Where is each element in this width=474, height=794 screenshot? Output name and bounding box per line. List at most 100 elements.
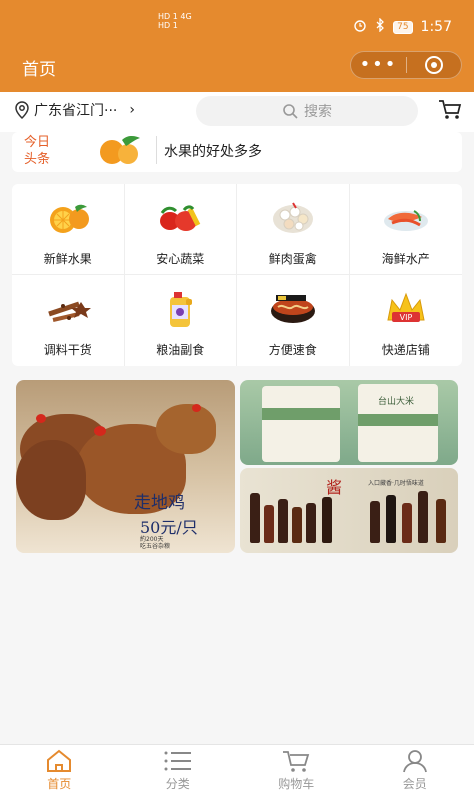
category-label: 鲜肉蛋禽 xyxy=(268,252,317,266)
status-bar: HD 1 4G HD 1 75 1:57 xyxy=(0,12,474,40)
category-express-shop[interactable]: VIP 快递店铺 xyxy=(350,275,463,366)
rice-banner[interactable]: 台山大米 xyxy=(240,380,458,465)
tab-label: 购物车 xyxy=(278,777,315,791)
rice-bag-band xyxy=(358,414,438,426)
user-icon xyxy=(402,750,427,773)
category-label: 粮油副食 xyxy=(156,343,205,357)
category-meat-eggs[interactable]: 鲜肉蛋禽 xyxy=(237,184,350,275)
page-title: 首页 xyxy=(22,60,56,80)
bluetooth-icon xyxy=(375,17,385,36)
chicken-comb xyxy=(94,426,106,436)
category-label: 快递店铺 xyxy=(381,343,430,357)
eggs-icon xyxy=(266,198,320,238)
network-line-1: HD 1 4G xyxy=(158,12,192,21)
headline-news[interactable]: 今日 头条 水果的好处多多 xyxy=(12,132,462,172)
chicken-image xyxy=(156,404,216,454)
chevron-right-icon: › xyxy=(129,102,135,118)
spices-icon xyxy=(41,289,95,329)
vegetables-icon xyxy=(153,198,207,238)
seafood-icon xyxy=(379,198,433,238)
category-grid: 新鲜水果 安心蔬菜 鲜肉蛋禽 海鲜水产 调料干货 粮油副食 方便速食 VIP 快… xyxy=(12,184,462,366)
close-capsule-button[interactable] xyxy=(407,56,461,74)
tab-member[interactable]: 会员 xyxy=(356,745,474,794)
banner-title: 酱 xyxy=(326,478,343,497)
category-label: 方便速食 xyxy=(268,343,317,357)
svg-text:VIP: VIP xyxy=(399,313,412,322)
tab-label: 首页 xyxy=(47,777,72,791)
tab-label: 会员 xyxy=(402,777,427,791)
category-label: 调料干货 xyxy=(43,343,92,357)
oil-bottle-icon xyxy=(153,289,207,329)
category-grain-oil[interactable]: 粮油副食 xyxy=(125,275,237,366)
tab-category[interactable]: 分类 xyxy=(119,745,238,794)
sauce-bottle-image xyxy=(322,497,332,543)
category-fruit[interactable]: 新鲜水果 xyxy=(12,184,125,275)
category-vegetables[interactable]: 安心蔬菜 xyxy=(124,184,237,275)
vip-crown-icon: VIP xyxy=(379,289,433,329)
category-seafood[interactable]: 海鲜水产 xyxy=(349,184,462,275)
target-close-icon xyxy=(425,56,443,74)
tab-cart[interactable]: 购物车 xyxy=(237,745,356,794)
orange-fruit-image xyxy=(100,136,140,164)
search-input[interactable]: 搜索 xyxy=(196,96,418,126)
home-icon xyxy=(47,749,72,772)
list-icon xyxy=(164,751,191,771)
orange-icon xyxy=(41,198,95,238)
sauce-bottle-image xyxy=(402,503,412,543)
network-indicator: HD 1 4G HD 1 xyxy=(158,12,192,30)
sauce-bottle-image xyxy=(278,499,288,543)
alarm-icon xyxy=(353,18,367,36)
rice-bag-label: 台山大米 xyxy=(378,397,415,407)
noodles-icon xyxy=(266,289,320,329)
sauce-bottle-image xyxy=(250,493,260,543)
banner-subtitle: 入口藏香·几时悟味道 xyxy=(368,480,424,487)
category-label: 新鲜水果 xyxy=(43,252,92,266)
cart-button[interactable] xyxy=(438,99,462,125)
sauce-bottle-image xyxy=(386,495,396,543)
headline-text: 水果的好处多多 xyxy=(164,144,262,160)
chicken-comb xyxy=(192,404,201,412)
headline-divider xyxy=(156,136,157,164)
battery-level: 75 xyxy=(393,20,413,34)
status-time: 1:57 xyxy=(420,19,452,35)
location-selector[interactable]: 广东省江门··· › xyxy=(14,100,135,120)
network-line-2: HD 1 xyxy=(158,21,178,30)
category-label: 安心蔬菜 xyxy=(156,252,205,266)
status-right: 75 1:57 xyxy=(353,17,452,36)
banner-title: 走地鸡 xyxy=(134,493,185,513)
location-search-bar: 广东省江门··· › 搜索 xyxy=(0,92,474,132)
chicken-image xyxy=(16,440,86,520)
headline-tag: 今日 头条 xyxy=(24,134,64,168)
category-label: 海鲜水产 xyxy=(381,252,430,266)
sauce-bottle-image xyxy=(292,507,302,543)
sauce-bottle-image xyxy=(264,505,274,543)
category-spices[interactable]: 调料干货 xyxy=(12,275,125,366)
cart-icon xyxy=(283,751,310,772)
tab-label: 分类 xyxy=(165,777,190,791)
headline-tag-line2: 头条 xyxy=(24,152,51,167)
sauce-bottle-image xyxy=(436,499,446,543)
location-text: 广东省江门··· xyxy=(34,103,118,119)
soy-sauce-banner[interactable]: 酱 入口藏香·几时悟味道 xyxy=(240,468,458,553)
rice-bag-image xyxy=(262,386,340,462)
tab-home[interactable]: 首页 xyxy=(0,745,119,794)
headline-tag-line1: 今日 xyxy=(24,135,51,150)
sauce-bottle-image xyxy=(306,503,316,543)
category-instant-food[interactable]: 方便速食 xyxy=(237,275,350,366)
sauce-bottle-image xyxy=(370,501,380,543)
search-icon xyxy=(283,104,298,119)
rice-bag-band xyxy=(262,408,340,420)
banner-small-text: 約200天 吃五谷杂粮 xyxy=(140,536,170,550)
banner-small-line2: 吃五谷杂粮 xyxy=(140,543,171,550)
more-dots-icon[interactable]: ••• xyxy=(351,55,406,75)
banner-price: 50元/只 xyxy=(140,518,198,537)
mini-program-capsule: ••• xyxy=(350,51,462,79)
chicken-comb xyxy=(36,414,46,423)
sauce-bottle-image xyxy=(418,491,428,543)
cart-icon xyxy=(439,100,462,119)
free-range-chicken-banner[interactable]: 走地鸡 50元/只 約200天 吃五谷杂粮 xyxy=(16,380,235,553)
app-header: HD 1 4G HD 1 75 1:57 首页 ••• xyxy=(0,0,474,92)
banner-small-line1: 約200天 xyxy=(140,536,164,543)
bottom-tab-bar: 首页 分类 购物车 会员 xyxy=(0,744,474,794)
rice-bag-image: 台山大米 xyxy=(358,384,438,462)
